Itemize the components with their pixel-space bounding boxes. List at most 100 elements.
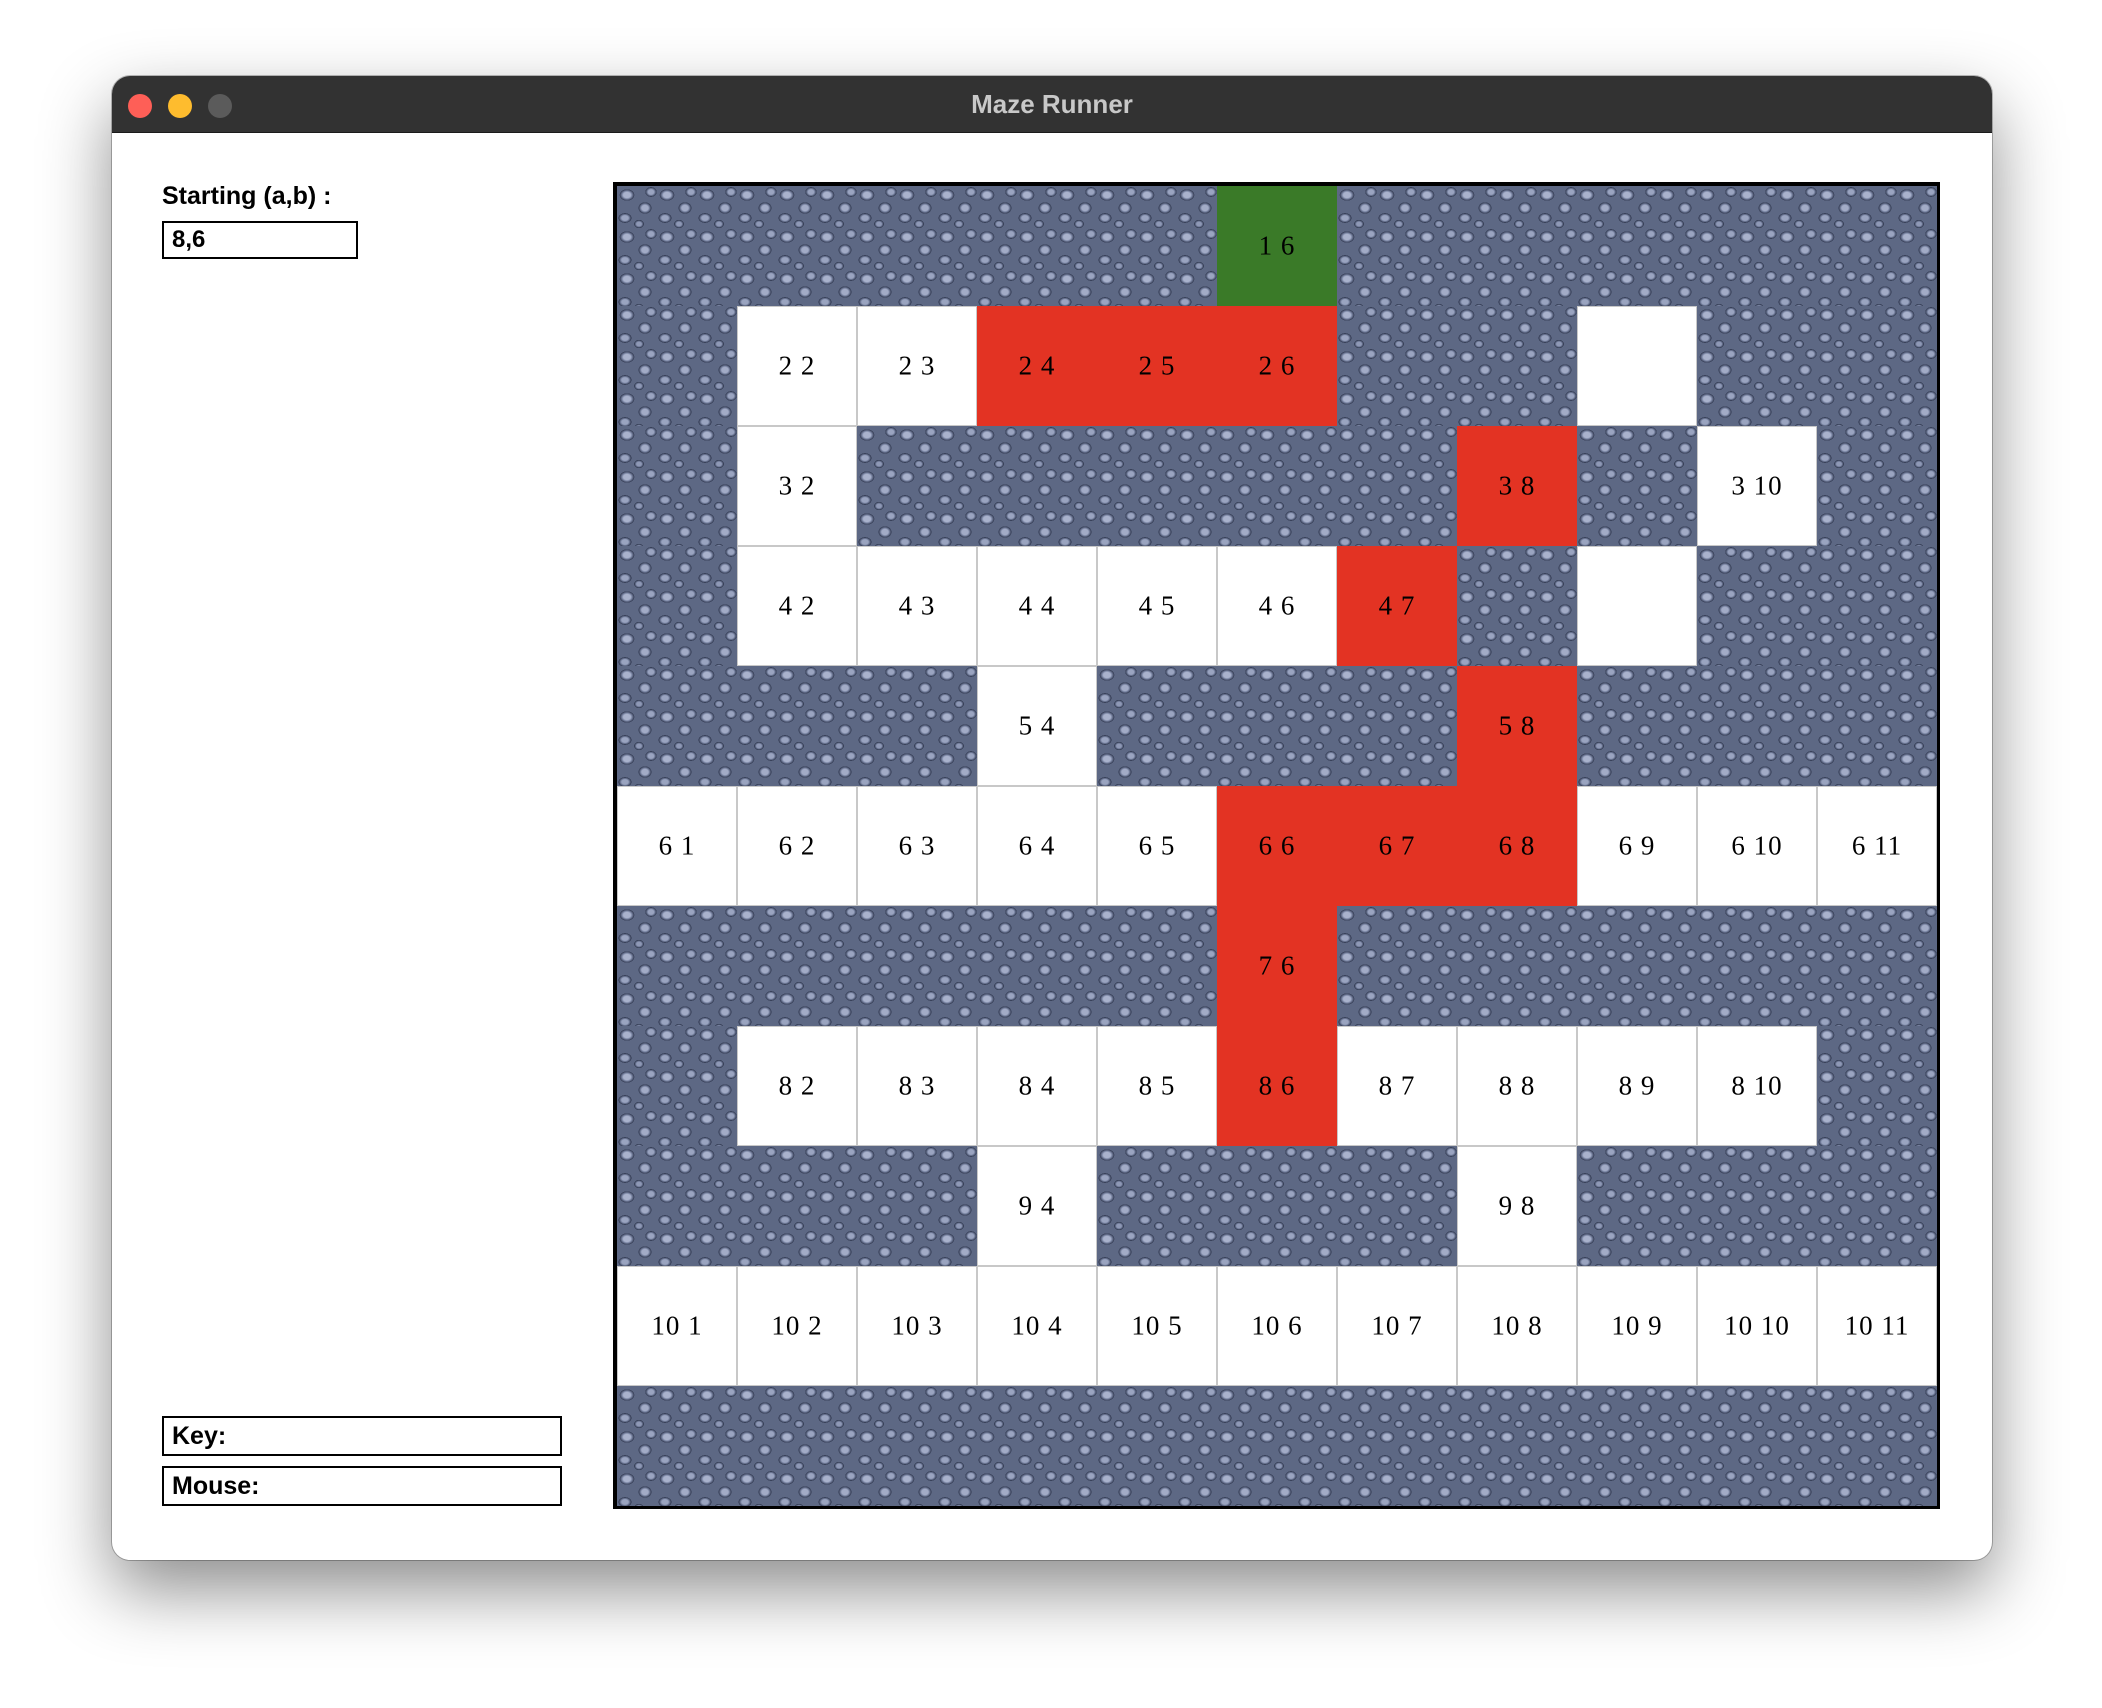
open-cell[interactable]: 4 5 [1097, 546, 1217, 666]
open-cell[interactable]: 8 4 [977, 1026, 1097, 1146]
open-cell[interactable]: 8 10 [1697, 1026, 1817, 1146]
path-cell[interactable]: 2 6 [1217, 306, 1337, 426]
open-cell[interactable]: 2 2 [737, 306, 857, 426]
open-cell[interactable]: 3 10 [1697, 426, 1817, 546]
cell-label: 1 6 [1258, 230, 1296, 261]
open-cell[interactable]: 10 6 [1217, 1266, 1337, 1386]
cell-label: 3 8 [1498, 470, 1536, 501]
open-cell[interactable]: 10 11 [1817, 1266, 1937, 1386]
open-cell[interactable]: 4 4 [977, 546, 1097, 666]
cell-label: 4 3 [898, 590, 936, 621]
path-cell[interactable]: 2 5 [1097, 306, 1217, 426]
open-cell[interactable]: 10 1 [617, 1266, 737, 1386]
open-cell[interactable]: 8 3 [857, 1026, 977, 1146]
open-cell[interactable]: 6 9 [1577, 786, 1697, 906]
open-cell[interactable]: 9 8 [1457, 1146, 1577, 1266]
wall-tile [1697, 546, 1817, 666]
open-cell[interactable]: 8 9 [1577, 1026, 1697, 1146]
path-cell[interactable]: 5 8 [1457, 666, 1577, 786]
wall-tile [1577, 666, 1697, 786]
cell-label: 6 5 [1138, 830, 1176, 861]
open-cell[interactable]: 4 6 [1217, 546, 1337, 666]
wall-tile [1817, 306, 1937, 426]
wall-tile [1577, 1146, 1697, 1266]
cell-label: 6 2 [778, 830, 816, 861]
cell-label: 8 9 [1618, 1070, 1656, 1101]
open-cell[interactable]: 6 11 [1817, 786, 1937, 906]
open-cell[interactable]: 10 8 [1457, 1266, 1577, 1386]
mouse-status: Mouse: [162, 1466, 562, 1506]
cell-label: 2 6 [1258, 350, 1296, 381]
cell-label: 8 3 [898, 1070, 936, 1101]
goal-cell[interactable]: 1 6 [1217, 186, 1337, 306]
open-cell[interactable]: 10 3 [857, 1266, 977, 1386]
open-cell[interactable]: 10 2 [737, 1266, 857, 1386]
open-cell[interactable]: 10 4 [977, 1266, 1097, 1386]
wall-tile [977, 906, 1097, 1026]
open-cell[interactable]: 2 3 [857, 306, 977, 426]
open-cell[interactable]: 6 5 [1097, 786, 1217, 906]
open-cell[interactable]: 8 2 [737, 1026, 857, 1146]
cell-label: 2 2 [778, 350, 816, 381]
wall-tile [1577, 426, 1697, 546]
wall-tile [1337, 426, 1457, 546]
cell-label: 10 2 [771, 1310, 823, 1341]
wall-tile [977, 186, 1097, 306]
open-cell[interactable]: 9 4 [977, 1146, 1097, 1266]
wall-tile [1457, 546, 1577, 666]
open-cell[interactable]: 8 5 [1097, 1026, 1217, 1146]
starting-input[interactable] [162, 221, 358, 259]
wall-tile [1577, 1386, 1697, 1506]
cell-label: 10 8 [1491, 1310, 1543, 1341]
path-cell[interactable]: 8 6 [1217, 1026, 1337, 1146]
open-cell[interactable]: 8 7 [1337, 1026, 1457, 1146]
wall-tile [1697, 306, 1817, 426]
wall-tile [737, 666, 857, 786]
cell-label: 10 9 [1611, 1310, 1663, 1341]
open-cell[interactable]: 10 9 [1577, 1266, 1697, 1386]
cell-label: 5 8 [1498, 710, 1536, 741]
open-cell[interactable]: 10 7 [1337, 1266, 1457, 1386]
wall-tile [1817, 1386, 1937, 1506]
maze-board[interactable]: 1 6 2 2 2 3 2 4 2 5 2 6 3 2 3 8 3 10 4 2 4 3 4 4 4 5… [613, 182, 1940, 1509]
path-cell[interactable]: 6 6 [1217, 786, 1337, 906]
wall-tile [857, 426, 977, 546]
open-cell[interactable] [1577, 306, 1697, 426]
cell-label: 6 1 [658, 830, 696, 861]
cell-label: 2 4 [1018, 350, 1056, 381]
wall-tile [1217, 666, 1337, 786]
open-cell[interactable]: 5 4 [977, 666, 1097, 786]
wall-tile [857, 1386, 977, 1506]
wall-tile [617, 546, 737, 666]
open-cell[interactable]: 6 1 [617, 786, 737, 906]
path-cell[interactable]: 6 8 [1457, 786, 1577, 906]
open-cell[interactable]: 8 8 [1457, 1026, 1577, 1146]
wall-tile [1097, 1146, 1217, 1266]
cell-label: 3 2 [778, 470, 816, 501]
open-cell[interactable]: 4 2 [737, 546, 857, 666]
cell-label: 10 5 [1131, 1310, 1183, 1341]
wall-tile [977, 1386, 1097, 1506]
open-cell[interactable]: 6 10 [1697, 786, 1817, 906]
path-cell[interactable]: 2 4 [977, 306, 1097, 426]
title-bar[interactable]: Maze Runner [112, 76, 1992, 133]
open-cell[interactable]: 10 5 [1097, 1266, 1217, 1386]
open-cell[interactable]: 10 10 [1697, 1266, 1817, 1386]
open-cell[interactable]: 3 2 [737, 426, 857, 546]
cell-label: 4 4 [1018, 590, 1056, 621]
open-cell[interactable]: 4 3 [857, 546, 977, 666]
path-cell[interactable]: 7 6 [1217, 906, 1337, 1026]
wall-tile [1337, 666, 1457, 786]
cell-label: 8 5 [1138, 1070, 1176, 1101]
wall-tile [1817, 1146, 1937, 1266]
open-cell[interactable]: 6 3 [857, 786, 977, 906]
path-cell[interactable]: 6 7 [1337, 786, 1457, 906]
path-cell[interactable]: 4 7 [1337, 546, 1457, 666]
open-cell[interactable]: 6 2 [737, 786, 857, 906]
open-cell[interactable]: 6 4 [977, 786, 1097, 906]
cell-label: 4 2 [778, 590, 816, 621]
open-cell[interactable] [1577, 546, 1697, 666]
wall-tile [1217, 1146, 1337, 1266]
wall-tile [1697, 1386, 1817, 1506]
path-cell[interactable]: 3 8 [1457, 426, 1577, 546]
